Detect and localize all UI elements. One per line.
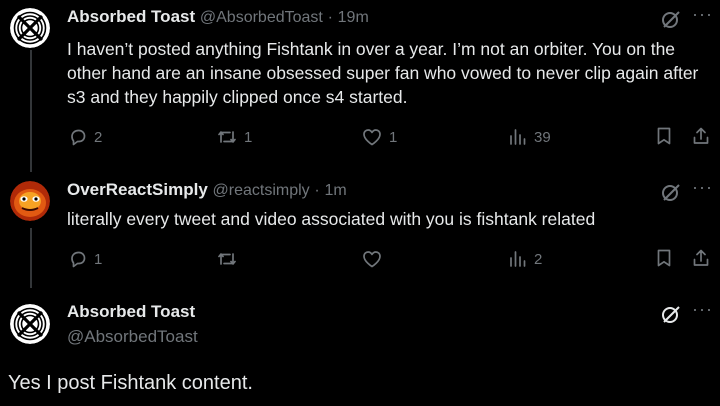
grok-icon[interactable]: [660, 181, 682, 203]
like-button[interactable]: 1: [361, 126, 397, 148]
more-options-icon[interactable]: ···: [692, 299, 713, 320]
repost-button[interactable]: 1: [216, 126, 252, 148]
separator-dot: ·: [327, 9, 333, 26]
views-icon: [510, 251, 526, 267]
more-options-icon[interactable]: ···: [692, 177, 713, 198]
thread-connector-line: [30, 228, 32, 288]
tweet-text: literally every tweet and video associat…: [67, 209, 596, 229]
tweet-text: I haven’t posted anything Fishtank in ov…: [67, 39, 699, 107]
views-button[interactable]: 2: [508, 248, 542, 270]
heart-icon: [363, 251, 381, 268]
avatar[interactable]: [10, 8, 50, 48]
repost-count: 1: [244, 128, 253, 146]
reply-icon: [71, 251, 86, 268]
heart-icon: [363, 129, 381, 146]
like-count: 1: [389, 128, 398, 146]
user-handle[interactable]: @AbsorbedToast: [200, 9, 323, 26]
grok-icon[interactable]: [660, 303, 682, 325]
share-icon[interactable]: [691, 126, 711, 146]
avatar[interactable]: [10, 304, 50, 344]
repost-button[interactable]: [216, 248, 244, 270]
reply-icon: [71, 129, 86, 146]
grok-icon[interactable]: [660, 8, 682, 30]
like-button[interactable]: [361, 248, 389, 270]
thread-connector-line: [30, 50, 32, 172]
reply-count: 2: [94, 128, 103, 146]
avatar[interactable]: [10, 181, 50, 221]
display-name[interactable]: Absorbed Toast: [67, 7, 195, 26]
user-handle[interactable]: @reactsimply: [213, 182, 310, 199]
timestamp[interactable]: 1m: [324, 182, 346, 199]
reply-button[interactable]: 1: [68, 248, 102, 270]
view-count: 2: [534, 250, 543, 268]
share-icon[interactable]: [691, 248, 711, 268]
tweet-header: OverReactSimply @reactsimply · 1m: [67, 179, 347, 201]
tweet-header: Absorbed Toast @AbsorbedToast · 19m: [67, 6, 369, 28]
reply-button[interactable]: 2: [68, 126, 102, 148]
repost-icon: [218, 131, 236, 143]
bookmark-icon[interactable]: [654, 248, 674, 268]
views-button[interactable]: 39: [508, 126, 551, 148]
display-name[interactable]: OverReactSimply: [67, 180, 208, 199]
reply-count: 1: [94, 250, 103, 268]
views-icon: [510, 129, 526, 145]
user-handle[interactable]: @AbsorbedToast: [67, 326, 198, 348]
main-tweet-text: Yes I post Fishtank content.: [8, 372, 253, 394]
view-count: 39: [534, 128, 551, 146]
separator-dot: ·: [314, 182, 320, 199]
bookmark-icon[interactable]: [654, 126, 674, 146]
display-name[interactable]: Absorbed Toast: [67, 301, 195, 323]
timestamp[interactable]: 19m: [338, 9, 369, 26]
repost-icon: [218, 253, 236, 265]
more-options-icon[interactable]: ···: [692, 4, 713, 25]
